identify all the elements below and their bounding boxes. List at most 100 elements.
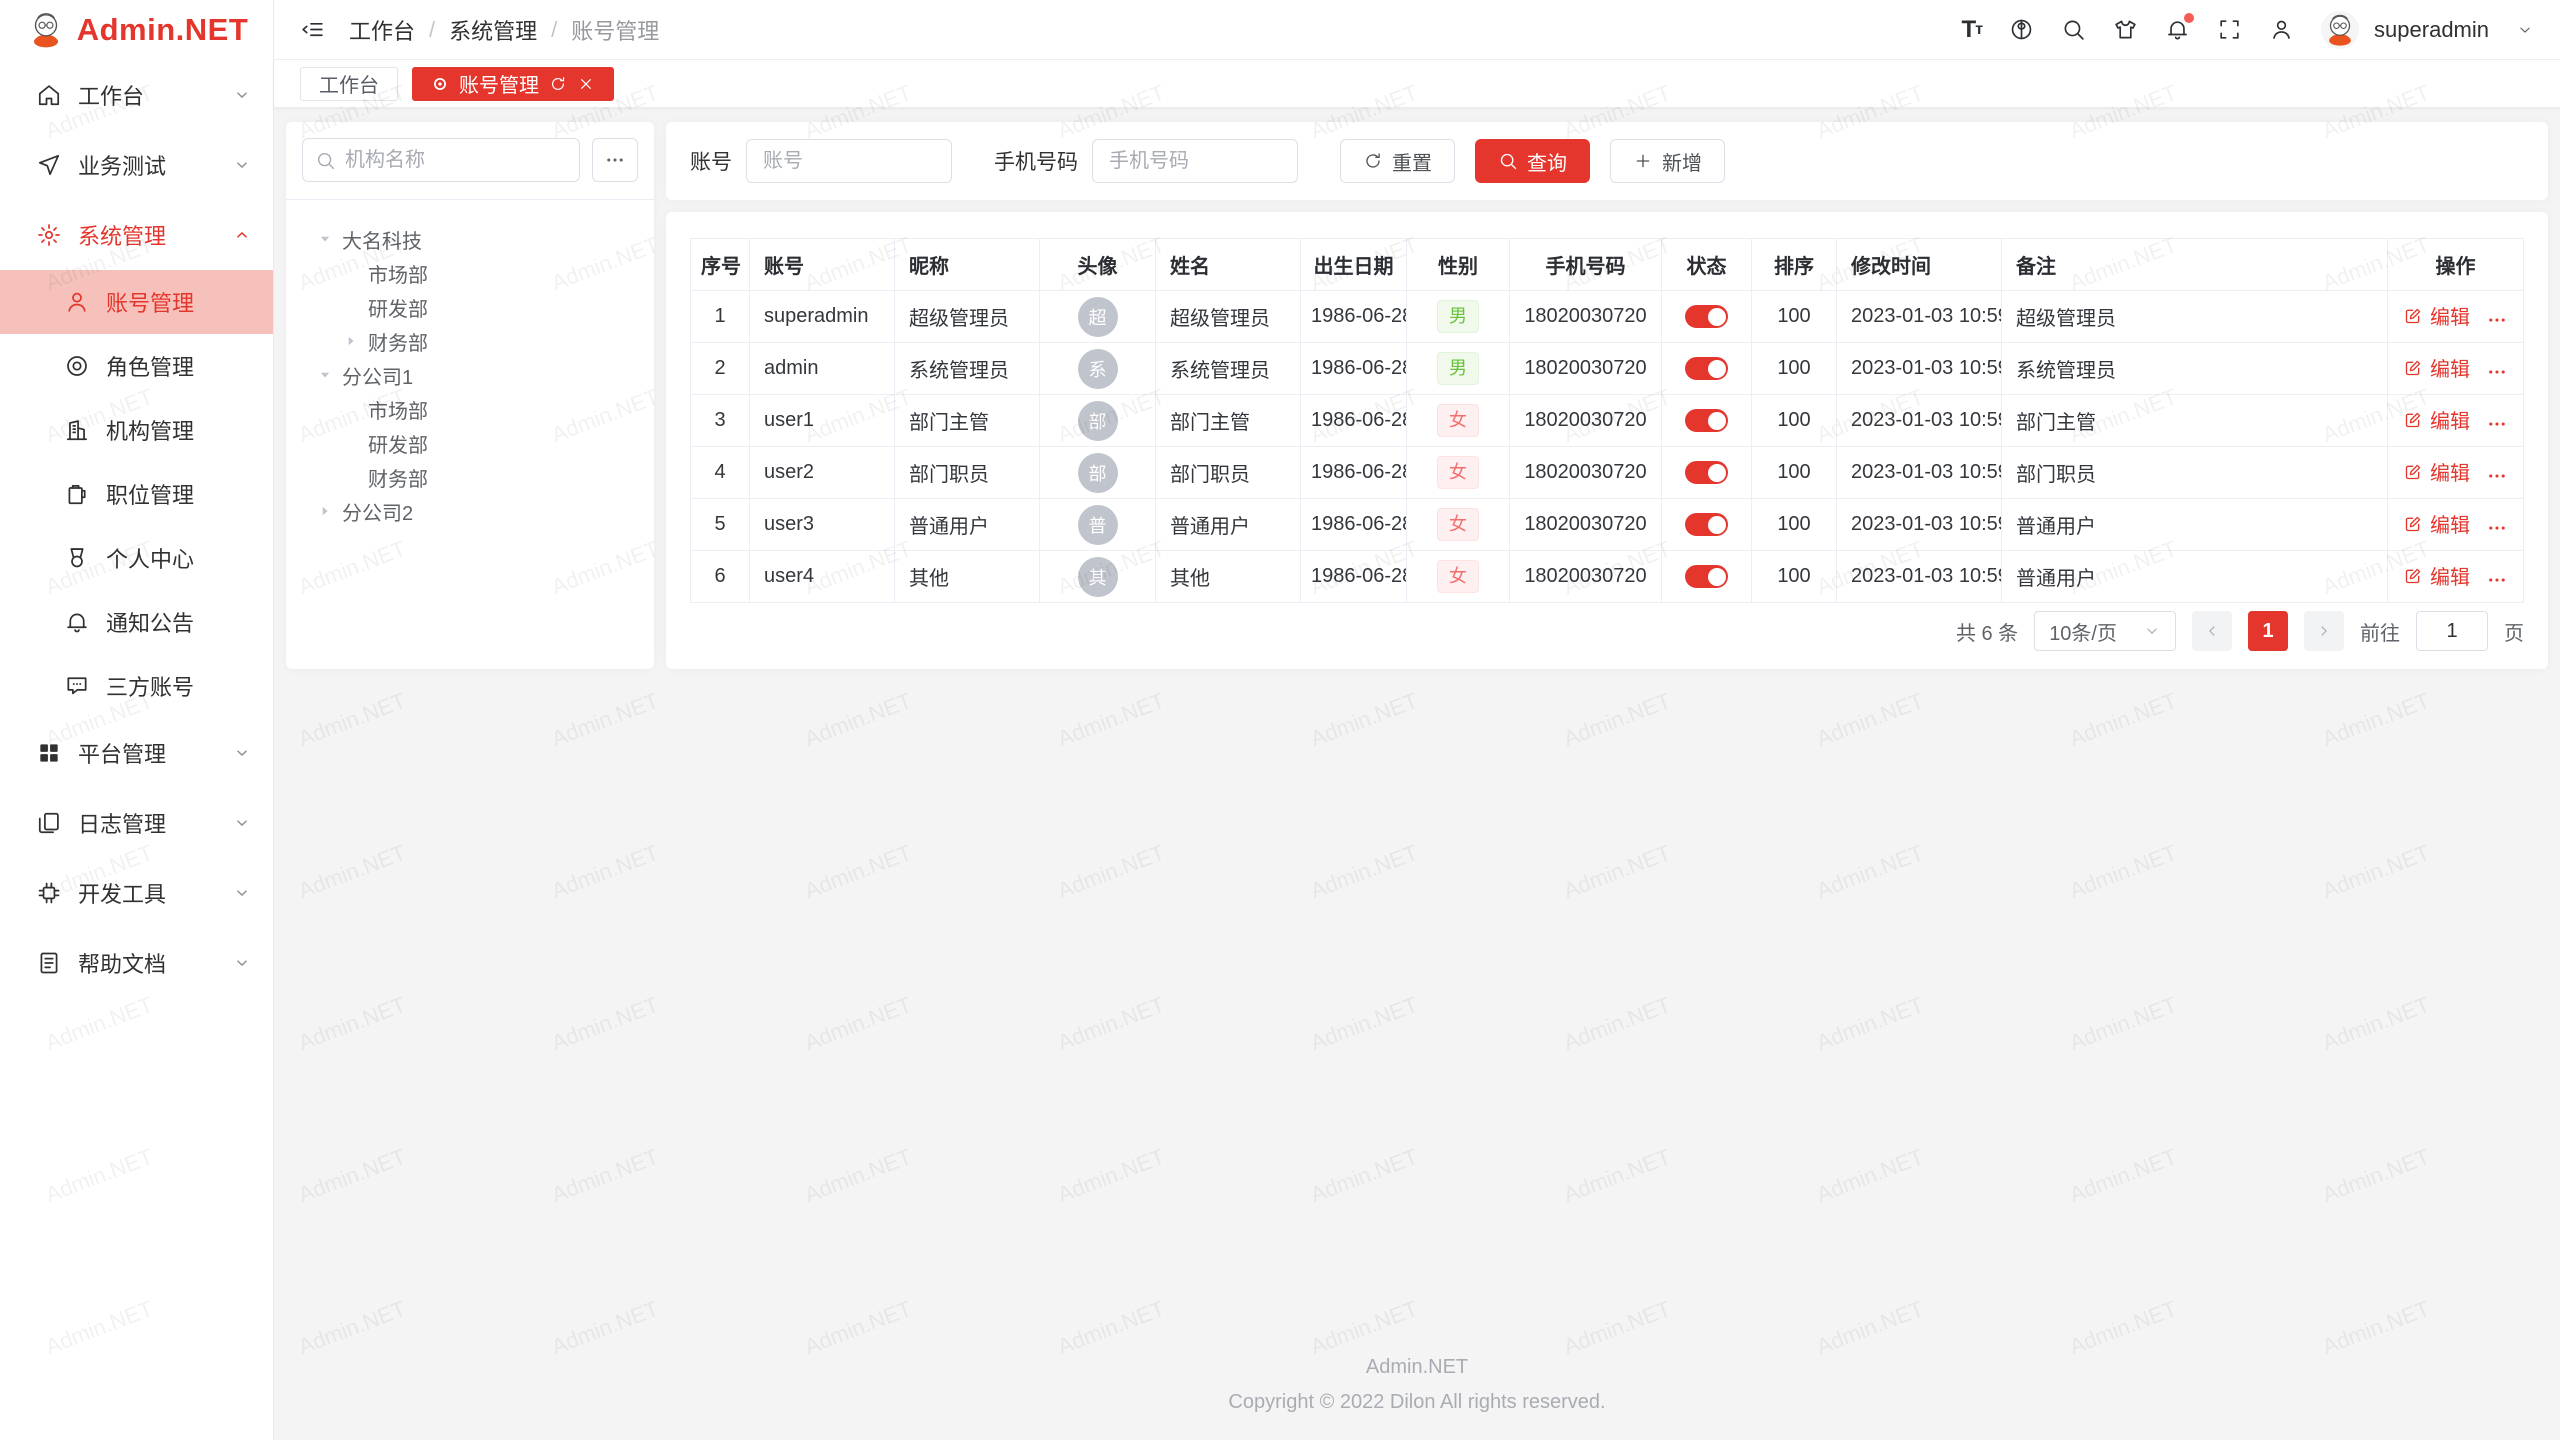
tree-node[interactable]: 市场部 xyxy=(296,256,644,290)
notification-bell-icon[interactable] xyxy=(2165,17,2190,42)
cell-sort: 100 xyxy=(1752,291,1837,343)
more-actions-icon[interactable] xyxy=(2486,465,2508,487)
cell-no: 2 xyxy=(691,343,750,395)
tree-node[interactable]: 财务部 xyxy=(296,460,644,494)
sidebar-subitem-2-4[interactable]: 个人中心 xyxy=(0,526,273,590)
tree-caret-icon[interactable] xyxy=(316,230,334,248)
account-input[interactable] xyxy=(746,139,952,183)
org-more-button[interactable] xyxy=(592,138,638,182)
tree-node[interactable]: 研发部 xyxy=(296,290,644,324)
cell-nickname: 普通用户 xyxy=(895,499,1040,551)
cell-account: user2 xyxy=(750,447,895,499)
edit-button[interactable]: 编辑 xyxy=(2403,353,2470,382)
sidebar-item-3[interactable]: 平台管理 xyxy=(0,718,273,788)
theme-icon[interactable] xyxy=(2113,17,2138,42)
breadcrumb-item[interactable]: 系统管理 xyxy=(449,14,537,46)
breadcrumb-separator: / xyxy=(429,17,435,43)
next-page-button[interactable] xyxy=(2304,611,2344,651)
close-icon[interactable] xyxy=(577,75,595,93)
sidebar-item-5[interactable]: 开发工具 xyxy=(0,858,273,928)
sidebar-item-4[interactable]: 日志管理 xyxy=(0,788,273,858)
column-header: 序号 xyxy=(691,239,750,291)
tree-caret-icon[interactable] xyxy=(316,366,334,384)
more-actions-icon[interactable] xyxy=(2486,569,2508,591)
tree-caret-icon[interactable] xyxy=(342,332,360,350)
column-header: 账号 xyxy=(750,239,895,291)
fullscreen-icon[interactable] xyxy=(2217,17,2242,42)
sidebar-item-0[interactable]: 工作台 xyxy=(0,60,273,130)
tree-node[interactable]: 市场部 xyxy=(296,392,644,426)
org-search-input[interactable] xyxy=(345,149,567,172)
user-icon xyxy=(64,289,90,315)
tree-node[interactable]: 大名科技 xyxy=(296,222,644,256)
cell-name: 系统管理员 xyxy=(1156,343,1301,395)
refresh-icon[interactable] xyxy=(549,75,567,93)
more-actions-icon[interactable] xyxy=(2486,517,2508,539)
sidebar-item-2[interactable]: 系统管理 xyxy=(0,200,273,270)
more-actions-icon[interactable] xyxy=(2486,361,2508,383)
more-actions-icon[interactable] xyxy=(2486,309,2508,331)
tab-item-1[interactable]: 账号管理 xyxy=(412,67,614,101)
tree-node[interactable]: 分公司2 xyxy=(296,494,644,528)
sidebar-item-6[interactable]: 帮助文档 xyxy=(0,928,273,998)
status-toggle[interactable] xyxy=(1685,409,1728,432)
current-page-button[interactable]: 1 xyxy=(2248,611,2288,651)
edit-button[interactable]: 编辑 xyxy=(2403,561,2470,590)
tree-node[interactable]: 财务部 xyxy=(296,324,644,358)
org-search-field[interactable] xyxy=(302,138,580,182)
tabbar: 工作台账号管理 xyxy=(274,60,2560,108)
username[interactable]: superadmin xyxy=(2374,17,2489,43)
edit-button[interactable]: 编辑 xyxy=(2403,509,2470,538)
goto-page-input[interactable] xyxy=(2416,611,2488,651)
phone-input[interactable] xyxy=(1092,139,1298,183)
status-toggle[interactable] xyxy=(1685,305,1728,328)
status-toggle[interactable] xyxy=(1685,357,1728,380)
global-search-icon[interactable] xyxy=(2061,17,2086,42)
status-toggle[interactable] xyxy=(1685,513,1728,536)
cell-avatar: 系 xyxy=(1040,343,1156,395)
breadcrumb-item[interactable]: 账号管理 xyxy=(571,14,659,46)
user-avatar[interactable] xyxy=(2321,11,2359,49)
chevron-down-icon[interactable] xyxy=(2516,21,2534,39)
more-actions-icon[interactable] xyxy=(2486,413,2508,435)
edit-button[interactable]: 编辑 xyxy=(2403,405,2470,434)
sidebar-subitem-2-6[interactable]: 三方账号 xyxy=(0,654,273,718)
cell-gender: 男 xyxy=(1407,291,1510,343)
tree-node[interactable]: 分公司1 xyxy=(296,358,644,392)
sidebar-subitem-2-1[interactable]: 角色管理 xyxy=(0,334,273,398)
chevron-down-icon xyxy=(2143,622,2161,640)
tree-caret-icon[interactable] xyxy=(316,502,334,520)
query-button[interactable]: 查询 xyxy=(1475,139,1590,183)
sidebar-item-1[interactable]: 业务测试 xyxy=(0,130,273,200)
cell-remark: 普通用户 xyxy=(2002,551,2388,603)
reset-button[interactable]: 重置 xyxy=(1340,139,1455,183)
font-size-icon[interactable]: Tт xyxy=(1962,16,1983,44)
sidebar-subitem-2-5[interactable]: 通知公告 xyxy=(0,590,273,654)
edit-label: 编辑 xyxy=(2430,405,2470,434)
page-size-select[interactable]: 10条/页 xyxy=(2034,611,2176,651)
sidebar-subitem-2-3[interactable]: 职位管理 xyxy=(0,462,273,526)
edit-button[interactable]: 编辑 xyxy=(2403,301,2470,330)
profile-icon[interactable] xyxy=(2269,17,2294,42)
cell-status xyxy=(1662,395,1752,447)
status-toggle[interactable] xyxy=(1685,461,1728,484)
add-button[interactable]: 新增 xyxy=(1610,139,1725,183)
column-header: 手机号码 xyxy=(1510,239,1662,291)
breadcrumb-item[interactable]: 工作台 xyxy=(349,14,415,46)
cell-sort: 100 xyxy=(1752,395,1837,447)
tab-item-0[interactable]: 工作台 xyxy=(300,67,398,101)
tree-node[interactable]: 研发部 xyxy=(296,426,644,460)
status-toggle[interactable] xyxy=(1685,565,1728,588)
table-row: 5user3普通用户普普通用户1986-06-28女18020030720100… xyxy=(691,499,2524,551)
sidebar-item-label: 工作台 xyxy=(78,79,144,111)
column-header: 操作 xyxy=(2388,239,2524,291)
collapse-sidebar-icon[interactable] xyxy=(300,17,325,42)
sidebar-subitem-2-0[interactable]: 账号管理 xyxy=(0,270,273,334)
prev-page-button[interactable] xyxy=(2192,611,2232,651)
language-icon[interactable] xyxy=(2009,17,2034,42)
grid-icon xyxy=(36,740,62,766)
column-header: 备注 xyxy=(2002,239,2388,291)
sidebar-subitem-2-2[interactable]: 机构管理 xyxy=(0,398,273,462)
header-left: 工作台/系统管理/账号管理 xyxy=(300,14,659,46)
edit-button[interactable]: 编辑 xyxy=(2403,457,2470,486)
